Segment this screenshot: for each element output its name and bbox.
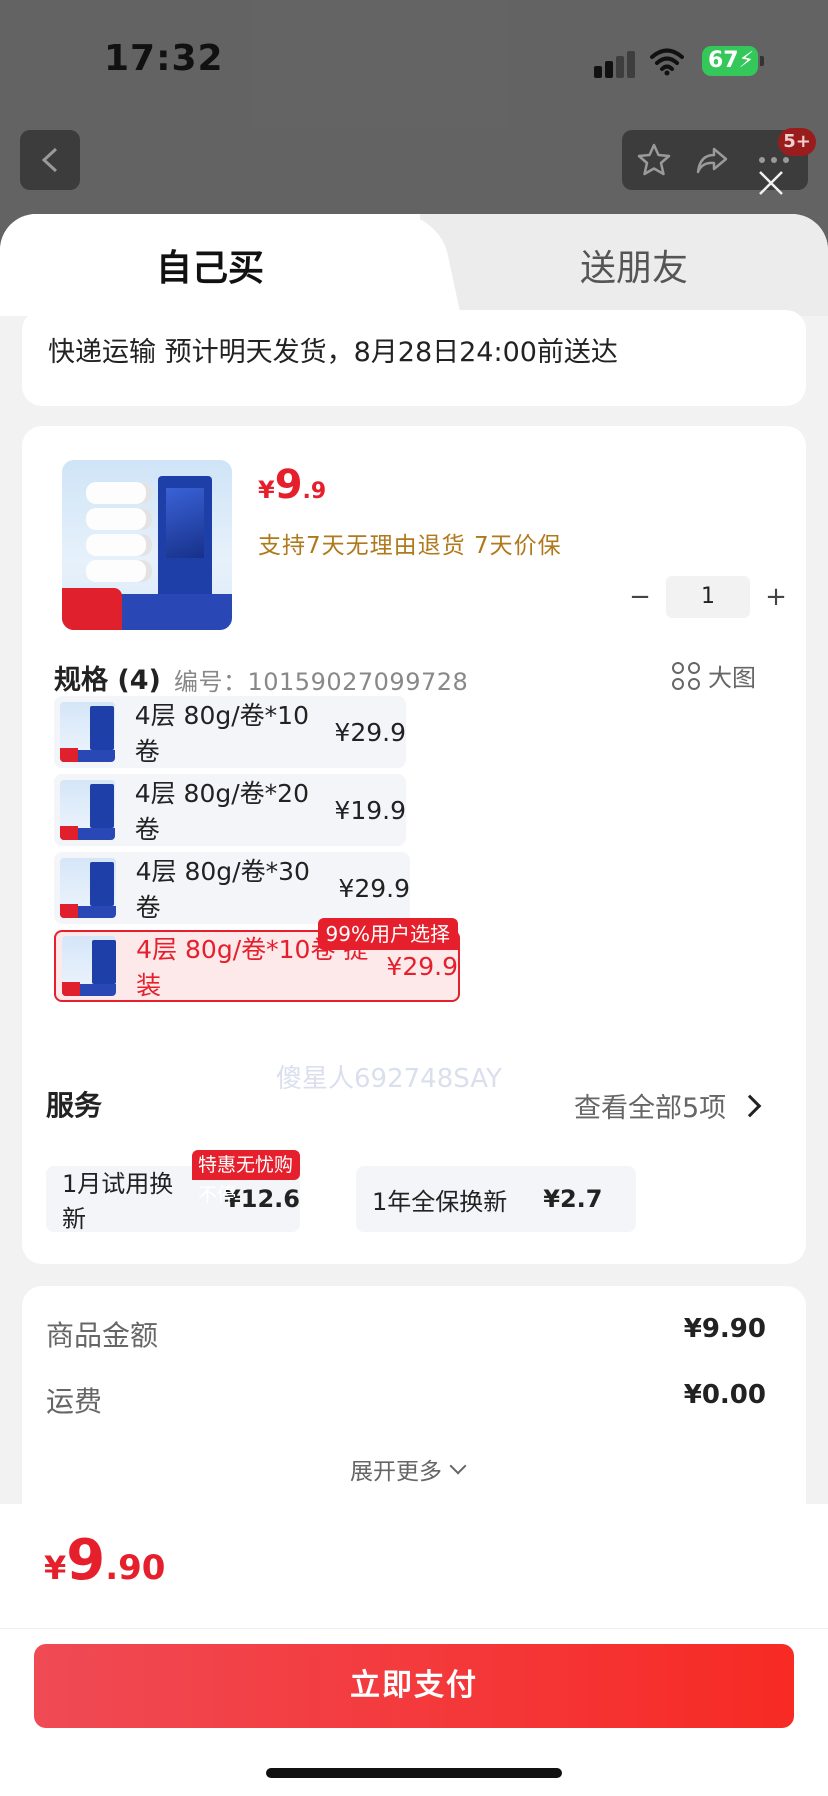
status-time: 17:32 [104, 38, 224, 79]
total-integer: 9 [66, 1528, 106, 1593]
total-price: ¥9.90 [44, 1528, 165, 1593]
grid-icon [672, 661, 700, 690]
sku-thumb [60, 858, 116, 918]
price-integer: 9 [274, 462, 303, 508]
price-currency: ¥ [258, 476, 275, 504]
battery-icon: 67⚡ [702, 46, 764, 76]
view-all-services-link[interactable]: 查看全部5项 [574, 1086, 762, 1125]
chevron-down-icon [449, 1457, 467, 1475]
thumb-rolls [86, 482, 152, 592]
quantity-input[interactable]: 1 [666, 576, 750, 618]
service-option[interactable]: 1年全保换新 ¥2.7 [356, 1166, 636, 1232]
quantity-stepper: − 1 + [620, 576, 796, 618]
fee-value: ¥0.00 [683, 1380, 766, 1410]
fee-value: ¥9.90 [683, 1314, 766, 1344]
service-badge: 特惠无忧购不停 [192, 1150, 300, 1206]
service-label: 1年全保换新 [372, 1187, 508, 1216]
tab-label: 送朋友 [579, 248, 688, 289]
bottom-pay-bar: ¥9.90 立即支付 [0, 1504, 828, 1796]
back-button[interactable] [20, 130, 80, 190]
unit-price: ¥9.9 [258, 462, 326, 508]
total-decimal: .90 [105, 1548, 166, 1588]
chevron-left-icon [41, 147, 58, 173]
view-big-image-button[interactable]: 大图 [672, 658, 756, 693]
big-image-label: 大图 [708, 664, 756, 692]
expand-more-button[interactable]: 展开更多 [350, 1452, 467, 1486]
sku-label: 4层 80g/卷*20卷 [134, 779, 309, 844]
spec-title: 规格 (4) [54, 665, 161, 696]
delivery-text: 快递运输 预计明天发货，8月28日24:00前送达 [48, 337, 618, 368]
tab-bar: 自己买 送朋友 [0, 214, 828, 316]
sku-option[interactable]: 4层 80g/卷*30卷 ¥29.9 [54, 852, 410, 924]
delivery-card: 快递运输 预计明天发货，8月28日24:00前送达 [22, 310, 806, 406]
sku-thumb [60, 780, 115, 840]
price-decimal: .9 [302, 479, 327, 504]
guarantee-text: 支持7天无理由退货 7天价保 [258, 533, 562, 559]
sku-option[interactable]: 4层 80g/卷*20卷 ¥19.9 [54, 774, 406, 846]
increase-button[interactable]: + [756, 582, 796, 612]
close-icon[interactable] [756, 168, 786, 198]
popular-badge: 99%用户选择 [317, 918, 458, 950]
thumb-pack [158, 476, 212, 598]
tab-buy-for-self[interactable]: 自己买 [0, 214, 420, 316]
sku-price: ¥29.9 [386, 951, 458, 981]
sku-price: ¥29.9 [334, 717, 406, 747]
sku-label: 4层 80g/卷*10卷 [134, 701, 309, 766]
wifi-icon [650, 48, 684, 76]
product-image[interactable] [62, 460, 232, 630]
product-card: ¥9.9 支持7天无理由退货 7天价保 − 1 + 规格 (4) 编号：1015… [22, 426, 806, 1264]
sku-thumb [60, 702, 115, 762]
sku-label: 4层 80g/卷*30卷 [135, 857, 310, 922]
expand-label: 展开更多 [350, 1459, 442, 1485]
divider [0, 1628, 828, 1629]
star-icon[interactable] [636, 142, 672, 178]
cellular-signal-icon [594, 50, 638, 78]
decrease-button[interactable]: − [620, 582, 660, 612]
service-price: ¥2.7 [543, 1185, 603, 1213]
fee-label: 商品金额 [46, 1319, 159, 1352]
fee-row: 商品金额 ¥9.90 [46, 1314, 766, 1354]
share-icon[interactable] [694, 142, 730, 178]
battery-level: 67 [708, 48, 739, 73]
tab-label: 自己买 [155, 248, 264, 289]
service-title: 服务 [46, 1089, 103, 1122]
sku-option-selected[interactable]: 4层 80g/卷*10卷 提装 ¥29.9 99%用户选择 [54, 918, 460, 1002]
sku-option[interactable]: 4层 80g/卷*10卷 ¥29.9 [54, 696, 406, 768]
fee-row: 运费 ¥0.00 [46, 1380, 766, 1420]
pay-now-button[interactable]: 立即支付 [34, 1644, 794, 1728]
service-option[interactable]: 1月试用换新 ¥12.6 特惠无忧购不停 [46, 1150, 300, 1233]
sku-price: ¥19.9 [334, 795, 406, 825]
product-code: 编号：10159027099728 [174, 668, 469, 696]
message-badge: 5+ [778, 128, 816, 156]
fee-label: 运费 [46, 1385, 103, 1418]
service-label: 1月试用换新 [62, 1170, 174, 1233]
status-bar: 17:32 67⚡ [0, 0, 828, 120]
home-indicator [266, 1768, 562, 1778]
total-currency: ¥ [44, 1549, 67, 1587]
sku-price: ¥29.9 [338, 873, 410, 903]
chevron-right-icon [738, 1094, 762, 1117]
thumb-corner [62, 588, 122, 630]
view-all-label: 查看全部5项 [574, 1093, 727, 1124]
tab-send-to-friend[interactable]: 送朋友 [440, 214, 828, 316]
sku-thumb [62, 936, 117, 996]
checkout-sheet: 自己买 送朋友 快递运输 预计明天发货，8月28日24:00前送达 ¥9.9 支… [0, 214, 828, 1796]
